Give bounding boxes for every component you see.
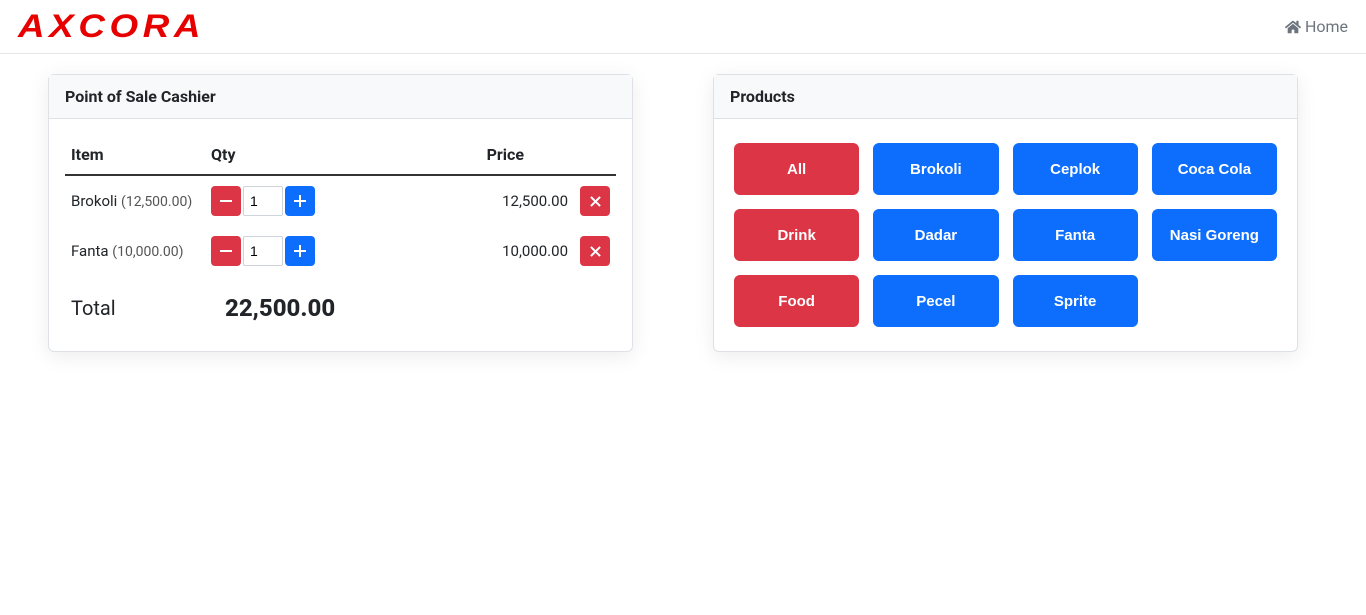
navbar: AXCORA Home [0,0,1366,54]
cashier-title: Point of Sale Cashier [49,75,632,119]
cart-row: Brokoli (12,500.00) [65,175,616,226]
product-dadar[interactable]: Dadar [873,209,998,261]
item-name: Brokoli [71,192,117,210]
delete-line-button[interactable] [580,186,610,216]
nav-home-link[interactable]: Home [1285,17,1348,36]
home-icon [1285,19,1301,35]
plus-icon [294,195,306,207]
products-title: Products [714,75,1297,119]
nav-home-label: Home [1305,17,1348,36]
col-item: Item [65,135,205,175]
product-pecel[interactable]: Pecel [873,275,998,327]
col-qty: Qty [205,135,409,175]
qty-input[interactable] [243,236,283,266]
close-icon [590,246,601,257]
product-ceplok[interactable]: Ceplok [1013,143,1138,195]
cashier-table: Item Qty Price Brokoli (12,500.00) [65,135,616,332]
item-unit-price: (12,500.00) [121,194,192,210]
product-nasi-goreng[interactable]: Nasi Goreng [1152,209,1277,261]
plus-icon [294,245,306,257]
line-price: 12,500.00 [409,175,574,226]
line-price: 10,000.00 [409,226,574,276]
products-grid: All Brokoli Ceplok Coca Cola Drink Dadar… [730,135,1281,335]
total-value: 22,500.00 [225,294,335,322]
product-coca-cola[interactable]: Coca Cola [1152,143,1277,195]
total-label: Total [65,276,205,332]
delete-line-button[interactable] [580,236,610,266]
item-name: Fanta [71,242,109,260]
qty-decrement-button[interactable] [211,236,241,266]
total-row: Total 22,500.00 [65,276,616,332]
close-icon [590,196,601,207]
qty-decrement-button[interactable] [211,186,241,216]
main-container: Point of Sale Cashier Item Qty Price Bro… [0,54,1366,372]
product-fanta[interactable]: Fanta [1013,209,1138,261]
qty-input[interactable] [243,186,283,216]
product-food[interactable]: Food [734,275,859,327]
product-brokoli[interactable]: Brokoli [873,143,998,195]
products-card: Products All Brokoli Ceplok Coca Cola Dr… [713,74,1298,352]
cashier-card: Point of Sale Cashier Item Qty Price Bro… [48,74,633,352]
col-price: Price [409,135,574,175]
product-all[interactable]: All [734,143,859,195]
minus-icon [220,195,232,207]
brand-logo: AXCORA [18,8,205,45]
minus-icon [220,245,232,257]
item-unit-price: (10,000.00) [112,244,183,260]
cart-row: Fanta (10,000.00) [65,226,616,276]
qty-increment-button[interactable] [285,186,315,216]
product-drink[interactable]: Drink [734,209,859,261]
product-sprite[interactable]: Sprite [1013,275,1138,327]
qty-increment-button[interactable] [285,236,315,266]
